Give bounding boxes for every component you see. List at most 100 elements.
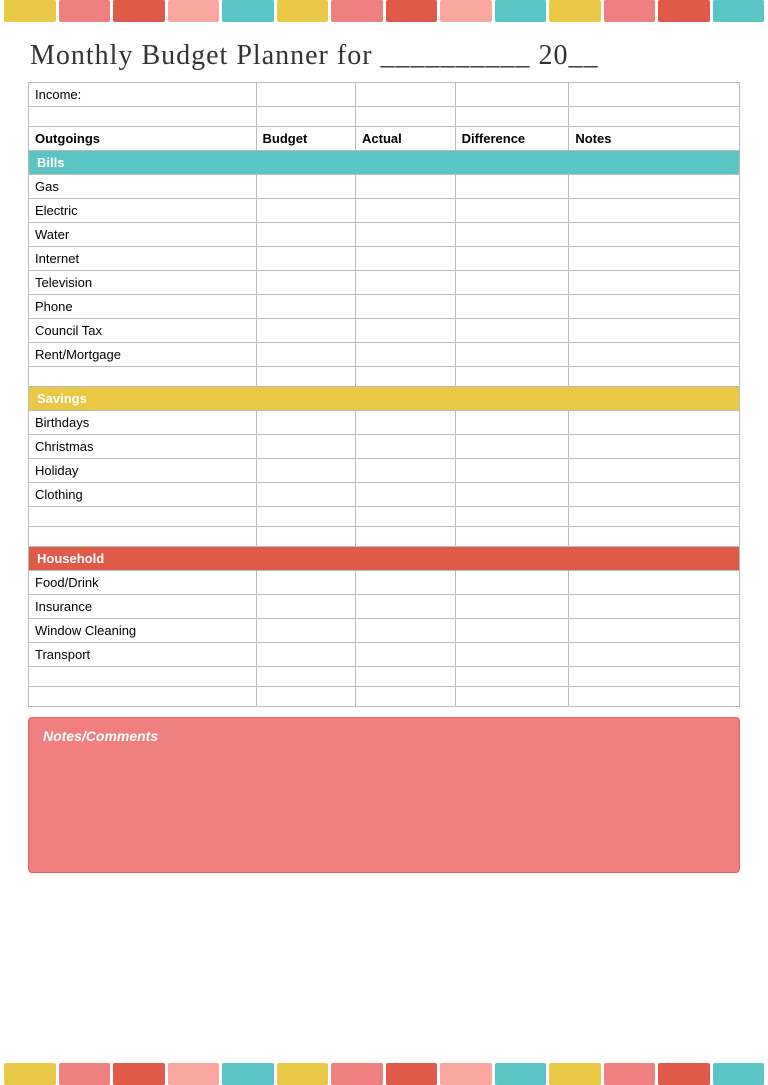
savings-holiday-budget[interactable] (256, 459, 356, 483)
bills-television-notes[interactable] (569, 271, 740, 295)
savings-birthdays-row: Birthdays (29, 411, 740, 435)
bills-water-budget[interactable] (256, 223, 356, 247)
household-food-actual[interactable] (356, 571, 456, 595)
savings-christmas-budget[interactable] (256, 435, 356, 459)
bills-internet-actual[interactable] (356, 247, 456, 271)
bills-internet-diff[interactable] (455, 247, 569, 271)
bills-electric-diff[interactable] (455, 199, 569, 223)
notes-body[interactable] (43, 752, 725, 862)
spacer-row-1 (29, 107, 740, 127)
savings-clothing-budget[interactable] (256, 483, 356, 507)
savings-holiday-actual[interactable] (356, 459, 456, 483)
savings-holiday-notes[interactable] (569, 459, 740, 483)
household-window-cleaning-budget[interactable] (256, 619, 356, 643)
bills-council-tax-notes[interactable] (569, 319, 740, 343)
bills-rent-diff[interactable] (455, 343, 569, 367)
bills-phone-diff[interactable] (455, 295, 569, 319)
bills-television-budget[interactable] (256, 271, 356, 295)
income-diff[interactable] (455, 83, 569, 107)
bills-phone-label: Phone (29, 295, 257, 319)
household-insurance-budget[interactable] (256, 595, 356, 619)
bills-council-tax-actual[interactable] (356, 319, 456, 343)
bills-electric-budget[interactable] (256, 199, 356, 223)
bills-electric-label: Electric (29, 199, 257, 223)
income-notes[interactable] (569, 83, 740, 107)
income-actual[interactable] (356, 83, 456, 107)
household-food-label: Food/Drink (29, 571, 257, 595)
savings-clothing-notes[interactable] (569, 483, 740, 507)
savings-christmas-actual[interactable] (356, 435, 456, 459)
col-actual: Actual (356, 127, 456, 151)
bills-internet-row: Internet (29, 247, 740, 271)
household-transport-actual[interactable] (356, 643, 456, 667)
savings-christmas-diff[interactable] (455, 435, 569, 459)
spacer-row-savings-1 (29, 507, 740, 527)
household-transport-row: Transport (29, 643, 740, 667)
savings-christmas-row: Christmas (29, 435, 740, 459)
bills-television-actual[interactable] (356, 271, 456, 295)
bills-gas-notes[interactable] (569, 175, 740, 199)
savings-clothing-label: Clothing (29, 483, 257, 507)
bills-council-tax-budget[interactable] (256, 319, 356, 343)
bills-water-notes[interactable] (569, 223, 740, 247)
household-transport-label: Transport (29, 643, 257, 667)
household-food-diff[interactable] (455, 571, 569, 595)
bills-council-tax-diff[interactable] (455, 319, 569, 343)
savings-section-header: Savings (29, 387, 740, 411)
household-window-cleaning-notes[interactable] (569, 619, 740, 643)
bills-internet-budget[interactable] (256, 247, 356, 271)
bills-phone-row: Phone (29, 295, 740, 319)
bills-gas-actual[interactable] (356, 175, 456, 199)
household-window-cleaning-row: Window Cleaning (29, 619, 740, 643)
household-transport-budget[interactable] (256, 643, 356, 667)
bills-water-diff[interactable] (455, 223, 569, 247)
household-label: Household (29, 547, 740, 571)
col-difference: Difference (455, 127, 569, 151)
savings-birthdays-label: Birthdays (29, 411, 257, 435)
savings-birthdays-diff[interactable] (455, 411, 569, 435)
col-budget: Budget (256, 127, 356, 151)
household-food-budget[interactable] (256, 571, 356, 595)
household-window-cleaning-label: Window Cleaning (29, 619, 257, 643)
savings-birthdays-budget[interactable] (256, 411, 356, 435)
savings-birthdays-notes[interactable] (569, 411, 740, 435)
household-transport-diff[interactable] (455, 643, 569, 667)
bills-water-row: Water (29, 223, 740, 247)
bills-electric-actual[interactable] (356, 199, 456, 223)
spacer-row-bills (29, 367, 740, 387)
spacer-row-savings-2 (29, 527, 740, 547)
bills-phone-actual[interactable] (356, 295, 456, 319)
household-insurance-notes[interactable] (569, 595, 740, 619)
household-window-cleaning-actual[interactable] (356, 619, 456, 643)
household-insurance-actual[interactable] (356, 595, 456, 619)
bills-internet-notes[interactable] (569, 247, 740, 271)
savings-clothing-actual[interactable] (356, 483, 456, 507)
savings-christmas-label: Christmas (29, 435, 257, 459)
notes-comments-section[interactable]: Notes/Comments (28, 717, 740, 873)
bills-rent-budget[interactable] (256, 343, 356, 367)
household-insurance-diff[interactable] (455, 595, 569, 619)
bills-television-diff[interactable] (455, 271, 569, 295)
bills-phone-budget[interactable] (256, 295, 356, 319)
bills-rent-actual[interactable] (356, 343, 456, 367)
household-window-cleaning-diff[interactable] (455, 619, 569, 643)
bills-phone-notes[interactable] (569, 295, 740, 319)
bills-electric-notes[interactable] (569, 199, 740, 223)
bills-gas-diff[interactable] (455, 175, 569, 199)
bills-rent-notes[interactable] (569, 343, 740, 367)
bills-label: Bills (29, 151, 740, 175)
bills-gas-budget[interactable] (256, 175, 356, 199)
savings-birthdays-actual[interactable] (356, 411, 456, 435)
household-insurance-row: Insurance (29, 595, 740, 619)
household-transport-notes[interactable] (569, 643, 740, 667)
household-food-notes[interactable] (569, 571, 740, 595)
income-budget[interactable] (256, 83, 356, 107)
bills-water-actual[interactable] (356, 223, 456, 247)
spacer-row-household-1 (29, 667, 740, 687)
savings-holiday-label: Holiday (29, 459, 257, 483)
column-header-row: Outgoings Budget Actual Difference Notes (29, 127, 740, 151)
savings-clothing-diff[interactable] (455, 483, 569, 507)
savings-holiday-diff[interactable] (455, 459, 569, 483)
bills-council-tax-row: Council Tax (29, 319, 740, 343)
savings-christmas-notes[interactable] (569, 435, 740, 459)
